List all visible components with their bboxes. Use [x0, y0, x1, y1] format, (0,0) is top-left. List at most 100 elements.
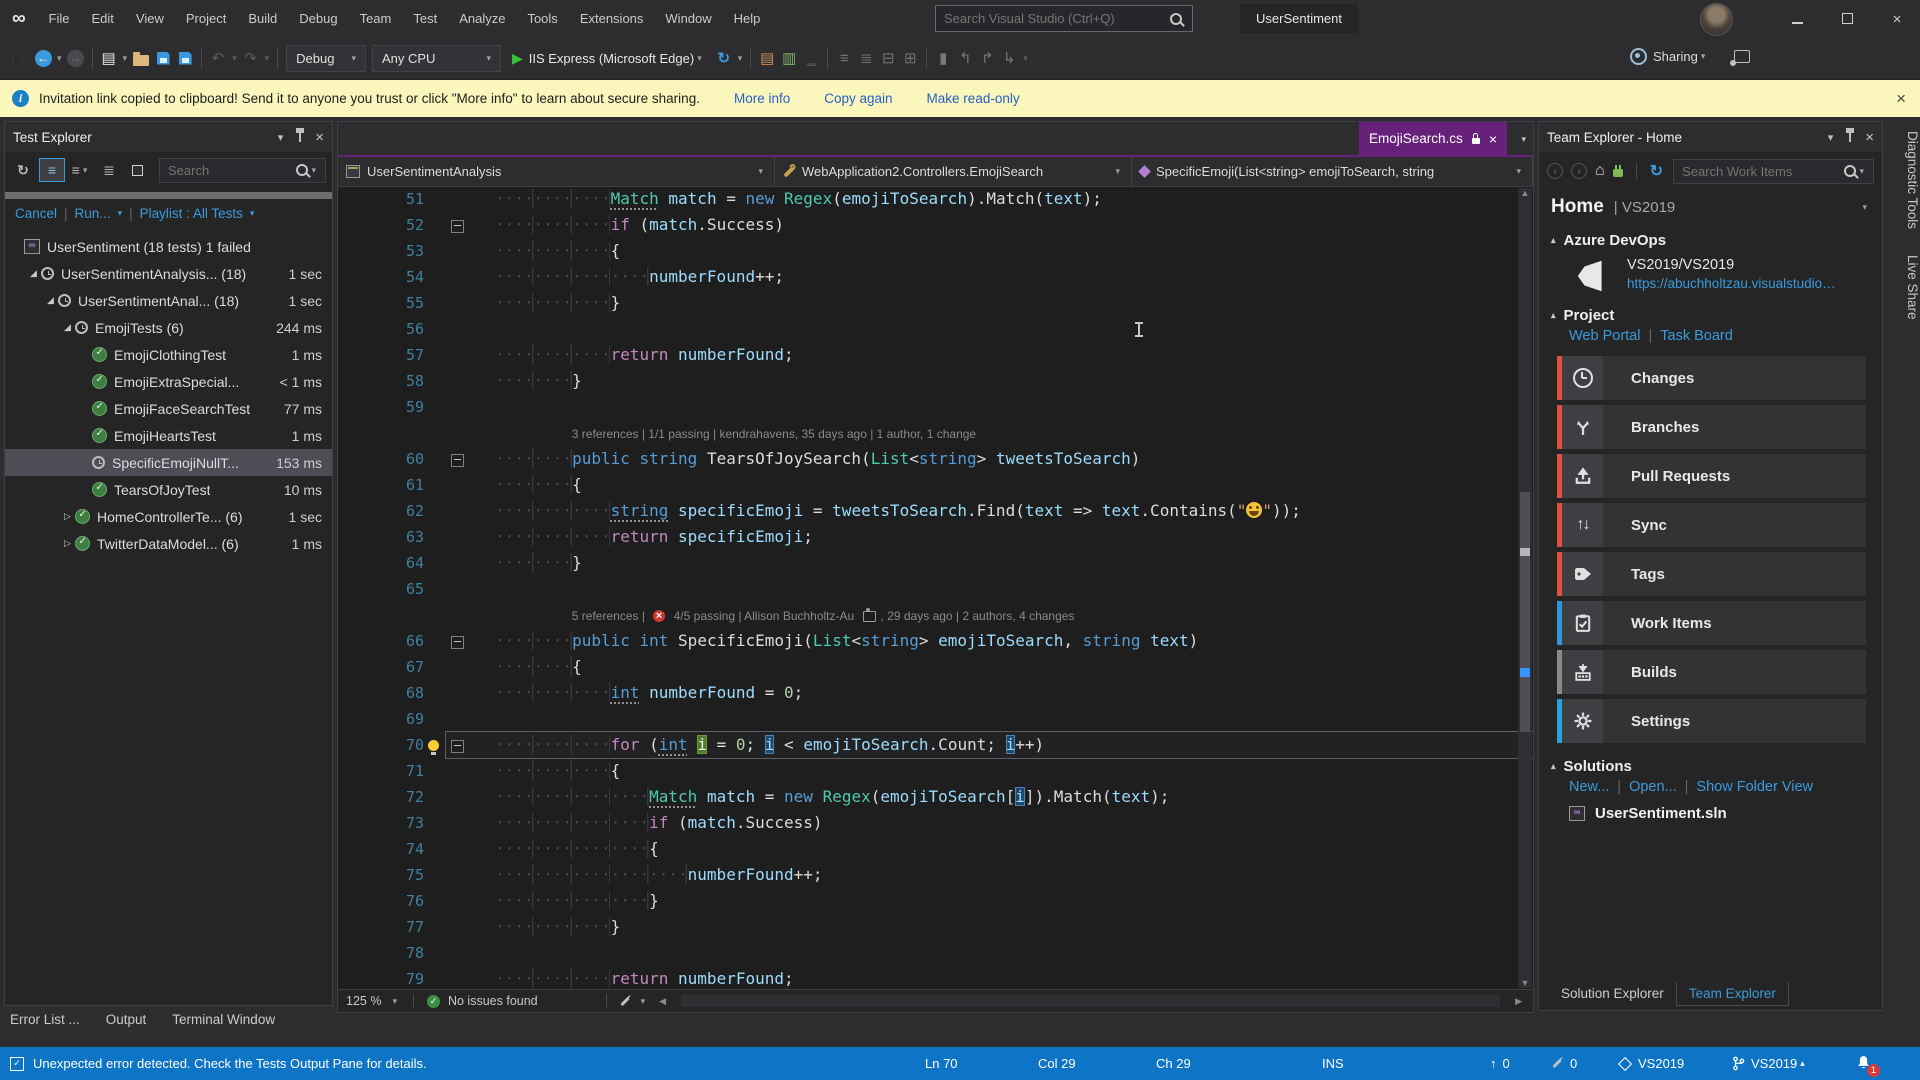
menu-team[interactable]: Team [349, 0, 403, 37]
tile-sync[interactable]: ↑↓ Sync [1557, 503, 1866, 547]
code-line[interactable]: 76 ················} [338, 888, 1533, 914]
hierarchy-view-icon[interactable]: ≡ ▾ [69, 159, 93, 181]
fold-icon[interactable] [450, 219, 464, 233]
expander-icon[interactable]: ◢ [60, 322, 75, 333]
code-line[interactable]: 62 ············string specificEmoji = twe… [338, 498, 1533, 524]
menu-view[interactable]: View [125, 0, 175, 37]
save-all-button[interactable] [174, 46, 196, 70]
code-line[interactable]: 70 ············for (int i = 0; i < emojiT… [338, 731, 1533, 759]
test-tree-row[interactable]: EmojiExtraSpecial... < 1 ms [5, 368, 332, 395]
work-item-search-input[interactable] [1680, 162, 1845, 180]
prev-bookmark-icon[interactable]: ↰ [954, 46, 976, 70]
code-line[interactable]: 55 ············} [338, 290, 1533, 316]
work-item-search[interactable]: ▾ [1673, 158, 1874, 184]
test-tree-row[interactable]: SpecificEmojiNullT... 153 ms [5, 449, 332, 476]
restore-button[interactable] [1824, 0, 1870, 37]
tab-overflow-icon[interactable]: ▾ [1521, 134, 1526, 145]
pin-icon[interactable] [1846, 127, 1855, 142]
scroll-right-icon[interactable]: ▶ [1512, 996, 1525, 1007]
fold-icon[interactable] [450, 739, 464, 753]
navigate-forward-button[interactable]: → [65, 46, 87, 70]
browser-link-button[interactable]: ▤ [756, 46, 778, 70]
chevron-down-icon[interactable]: ▾ [1678, 202, 1867, 213]
tile-branches[interactable]: Branches [1557, 405, 1866, 449]
feedback-icon[interactable] [1730, 50, 1751, 66]
test-tree-row[interactable]: EmojiClothingTest 1 ms [5, 341, 332, 368]
copy-again-link[interactable]: Copy again [824, 91, 892, 106]
test-tree-row[interactable]: EmojiHeartsTest 1 ms [5, 422, 332, 449]
menu-window[interactable]: Window [654, 0, 722, 37]
pending-pushes[interactable]: ↑ 0 [1490, 1047, 1510, 1080]
azure-account-url[interactable]: https://abuchholtzau.visualstudio.... [1627, 276, 1837, 291]
run-link[interactable]: Run... [75, 206, 111, 221]
home-icon[interactable]: ⌂ [1595, 162, 1605, 180]
code-line[interactable]: 75 ····················numberFound++; [338, 862, 1533, 888]
playlist-link[interactable]: Playlist : All Tests [140, 206, 243, 221]
refresh-icon[interactable]: ↻ [1650, 161, 1663, 181]
close-tab-icon[interactable]: × [1489, 131, 1497, 147]
tile-pull-requests[interactable]: Pull Requests [1557, 454, 1866, 498]
code-line[interactable]: 58 ········} [338, 368, 1533, 394]
close-icon[interactable]: × [1865, 129, 1874, 146]
task-board-link[interactable]: Task Board [1660, 328, 1733, 344]
overflow-button[interactable]: ‗ [800, 46, 822, 70]
list-view-icon[interactable]: ≡ [39, 158, 65, 182]
start-debugging-button[interactable]: ▶ IIS Express (Microsoft Edge) ▾ [512, 50, 705, 67]
scroll-left-icon[interactable]: ◀ [656, 996, 669, 1007]
branch-picker[interactable]: VS2019 ▴ [1732, 1047, 1808, 1080]
save-button[interactable] [152, 46, 174, 70]
test-tree-row[interactable]: ▷ TwitterDataModel... (6) 1 ms [5, 530, 332, 557]
tile-changes[interactable]: Changes [1557, 356, 1866, 400]
avatar[interactable] [1700, 3, 1733, 36]
issues-status[interactable]: No issues found [448, 994, 538, 1008]
info-close-icon[interactable]: × [1896, 89, 1906, 109]
tab-solution-explorer[interactable]: Solution Explorer [1549, 982, 1676, 1006]
new-project-button[interactable]: ▤ [98, 46, 120, 70]
solution-row[interactable]: ∞ UserSentiment.sln [1539, 797, 1882, 822]
fold-icon[interactable] [450, 635, 464, 649]
chevron-down-icon[interactable]: ▾ [57, 53, 62, 64]
chevron-down-icon[interactable]: ▾ [278, 131, 284, 144]
clear-bookmarks-icon[interactable]: ↳ [998, 46, 1020, 70]
editor-vertical-scrollbar[interactable]: ▲ ▼ [1518, 188, 1532, 988]
open-folder-button[interactable] [130, 46, 152, 70]
solution-platform-dropdown[interactable]: Any CPU ▾ [371, 44, 501, 72]
code-line[interactable]: 53 ············{ [338, 238, 1533, 264]
next-bookmark-icon[interactable]: ↱ [976, 46, 998, 70]
tile-tags[interactable]: Tags [1557, 552, 1866, 596]
expander-icon[interactable]: ◢ [43, 295, 58, 306]
code-line[interactable]: 79 ············return numberFound; [338, 966, 1533, 990]
run-all-icon[interactable]: ↻ [11, 159, 35, 181]
scroll-up-icon[interactable]: ▲ [1518, 188, 1532, 198]
code-line[interactable]: 69 [338, 706, 1533, 732]
code-line[interactable]: 56 [338, 316, 1533, 342]
team-home-header[interactable]: Home | VS2019 ▾ [1539, 190, 1882, 222]
test-tree-row[interactable]: ◢ UserSentimentAnal... (18) 1 sec [5, 287, 332, 314]
test-tree-row[interactable]: ∞ UserSentiment (18 tests) 1 failed [5, 233, 332, 260]
code-line[interactable]: 64 ········} [338, 550, 1533, 576]
code-line[interactable]: 73 ················if (match.Success) [338, 810, 1533, 836]
code-line[interactable]: 66 ········public int SpecificEmoji(List<… [338, 628, 1533, 654]
code-line[interactable]: 61 ········{ [338, 472, 1533, 498]
fold-icon[interactable] [450, 453, 464, 467]
code-line[interactable]: 63 ············return specificEmoji; [338, 524, 1533, 550]
connect-icon[interactable] [1612, 165, 1623, 177]
breadcrumb-type-dropdown[interactable]: WebApplication2.Controllers.EmojiSearch … [775, 157, 1132, 186]
expander-icon[interactable]: ▷ [60, 511, 75, 522]
menu-build[interactable]: Build [237, 0, 288, 37]
test-tree-row[interactable]: ▷ HomeControllerTe... (6) 1 sec [5, 503, 332, 530]
code-line[interactable]: 72 ················Match match = new Rege… [338, 784, 1533, 810]
close-button[interactable]: × [1874, 1, 1920, 38]
tile-builds[interactable]: Builds [1557, 650, 1866, 694]
global-search-input[interactable] [936, 11, 1170, 26]
test-search[interactable]: ▾ [159, 157, 326, 183]
lightbulb-icon[interactable] [427, 739, 439, 755]
repo-picker[interactable]: VS2019 [1617, 1047, 1684, 1080]
forward-icon[interactable]: › [1571, 163, 1587, 179]
section-azure-devops[interactable]: ▴ Azure DevOps [1539, 222, 1882, 251]
web-portal-link[interactable]: Web Portal [1569, 328, 1640, 344]
test-tree-row[interactable]: ◢ EmojiTests (6) 244 ms [5, 314, 332, 341]
section-solutions[interactable]: ▴ Solutions [1539, 748, 1882, 777]
redo-button[interactable]: ↷ [240, 46, 262, 70]
tile-settings[interactable]: Settings [1557, 699, 1866, 743]
